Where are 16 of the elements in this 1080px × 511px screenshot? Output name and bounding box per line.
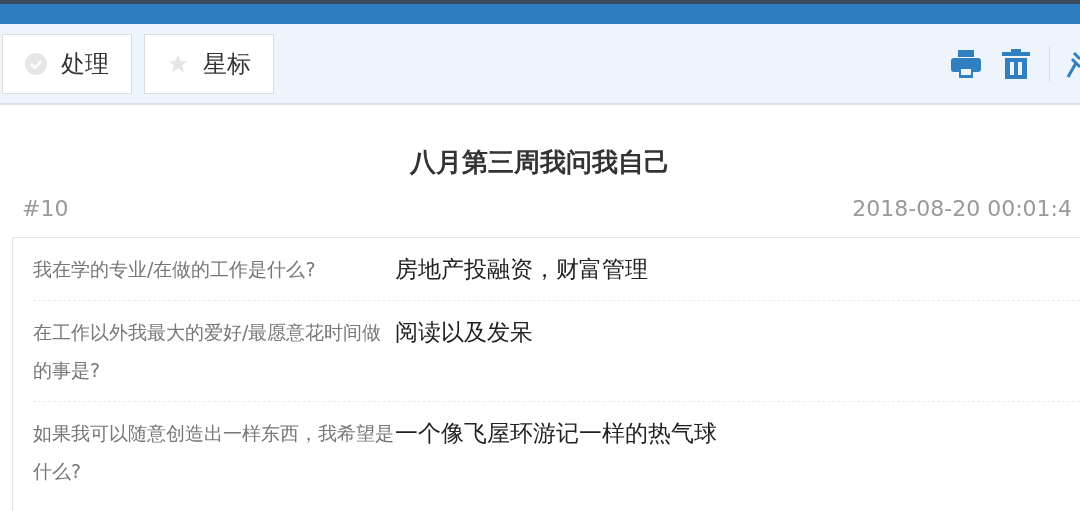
trash-icon [1002,48,1030,79]
printer-icon [950,48,982,79]
question-text: 我在学的专业/在做的工作是什么? [33,257,317,282]
entry-number: #10 [22,195,69,223]
toolbar-button[interactable]: 处理 [2,33,132,94]
answer-text: 阅读以及发呆 [395,318,533,347]
entry-title: 八月第三周我问我自己 [410,146,670,179]
check-icon [25,52,47,75]
delete-button[interactable] [999,47,1033,80]
answer-text: 房地产投融资，财富管理 [395,255,648,284]
question-text: 在工作以外我最大的爱好/最愿意花时间做的事是? [33,320,383,383]
print-button[interactable] [949,47,983,80]
toolbar-button[interactable]: 星标 [144,33,274,94]
answer-text: 一个像飞屋环游记一样的热气球 [395,419,717,448]
question-text: 如果我可以随意创造出一样东西，我希望是什么? [33,421,395,484]
timestamp: 2018-08-20 00:01:4 [852,195,1072,223]
